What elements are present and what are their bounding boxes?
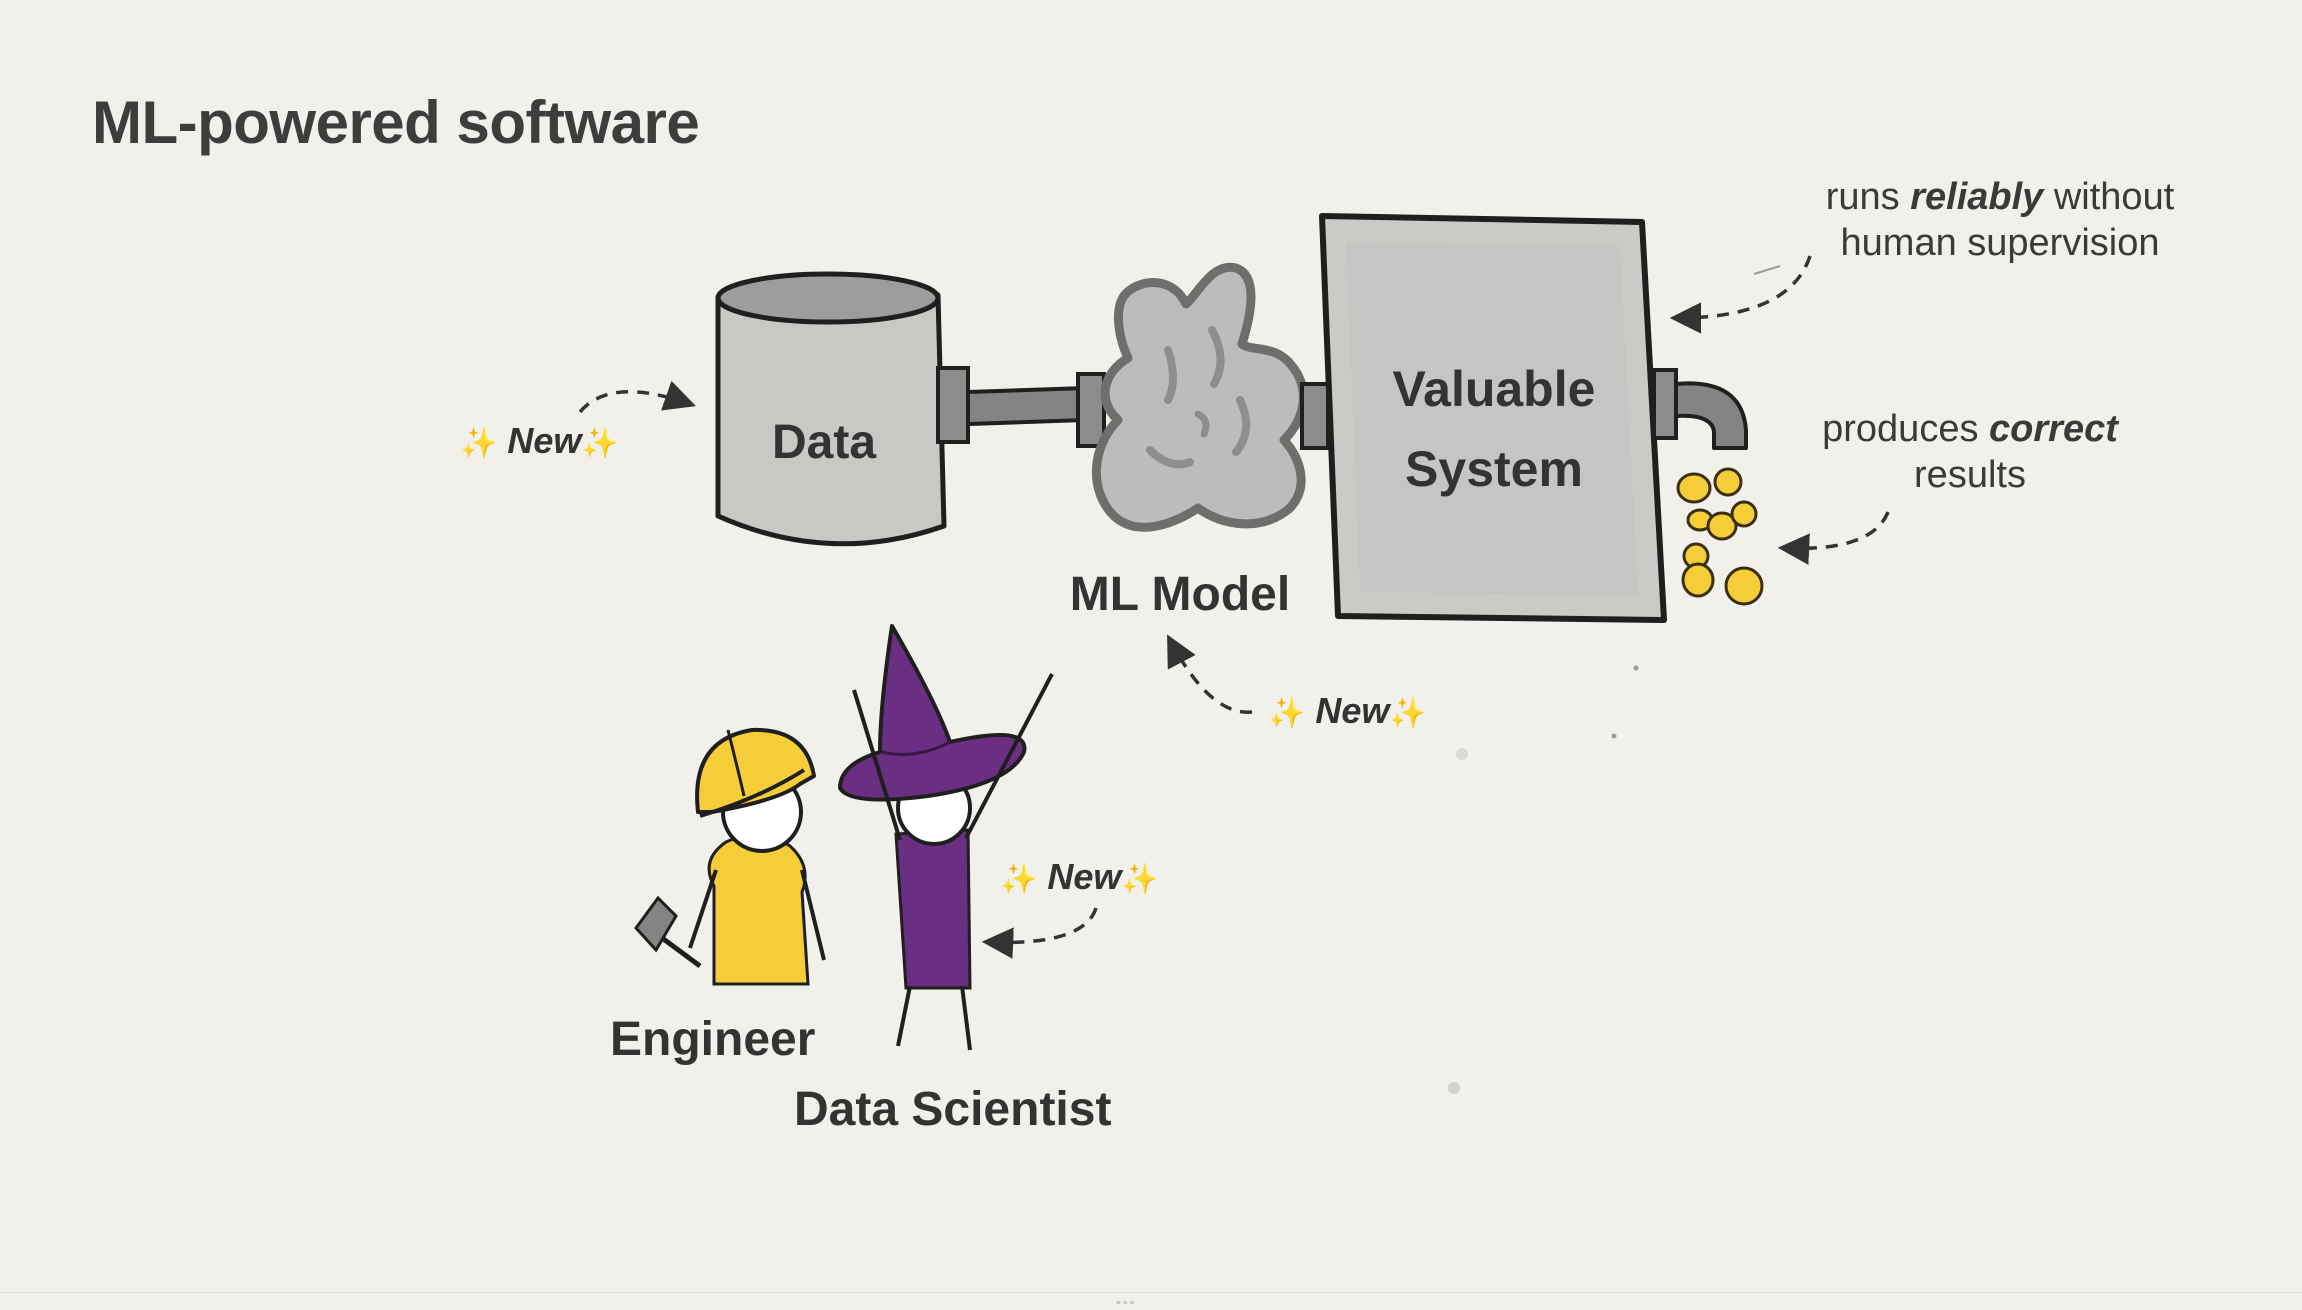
new-tag-model: ✨ New✨ <box>1268 690 1427 731</box>
pen-mark <box>1753 265 1781 275</box>
system-label-line1: Valuable <box>1393 361 1596 417</box>
emphasis-correct: correct <box>1989 408 2118 450</box>
sparkle-icon: ✨ <box>1121 863 1159 896</box>
sparkle-icon: ✨ <box>460 427 498 460</box>
data-bucket: Data <box>715 271 947 547</box>
ml-model-blob: ML Model <box>1070 262 1308 621</box>
data-scientist-figure <box>838 624 1054 1051</box>
sparkle-icon: ✨ <box>1389 697 1427 730</box>
sparkle-icon: ✨ <box>1000 863 1038 896</box>
stray-dot <box>1448 1082 1460 1094</box>
new-tag-scientist: ✨ New✨ <box>1000 856 1159 897</box>
stray-dot <box>1456 748 1468 760</box>
more-dots-icon[interactable]: ••• <box>1116 1294 1137 1310</box>
data-scientist-label: Data Scientist <box>794 1083 1112 1136</box>
new-tag-data: ✨ New✨ <box>460 420 619 461</box>
emphasis-reliably: reliably <box>1910 176 2044 218</box>
arrow-new-data <box>578 380 696 414</box>
engineer-label: Engineer <box>610 1013 816 1066</box>
gold-nuggets <box>1676 467 1764 606</box>
valuable-system-box: Valuable System <box>1319 213 1667 623</box>
output-spout <box>1652 368 1748 450</box>
ml-model-label: ML Model <box>1070 568 1290 621</box>
sparkle-icon: ✨ <box>1268 697 1306 730</box>
pipe-model-to-system <box>1300 382 1330 450</box>
sparkle-icon: ✨ <box>581 427 619 460</box>
arrow-new-model <box>1167 634 1253 714</box>
stray-dot <box>1611 733 1617 739</box>
stray-dot <box>1633 665 1639 671</box>
arrow-correct <box>1777 511 1890 565</box>
pipe-data-to-model <box>936 366 1106 448</box>
bottom-edge <box>0 1292 2302 1303</box>
engineer-figure <box>634 727 826 986</box>
note-produces-correct: produces correct results <box>1822 408 2118 496</box>
arrow-new-scientist <box>981 907 1098 959</box>
system-label-line2: System <box>1405 441 1583 497</box>
data-label: Data <box>772 416 876 469</box>
note-runs-reliably: runs reliably without human supervision <box>1825 176 2175 264</box>
